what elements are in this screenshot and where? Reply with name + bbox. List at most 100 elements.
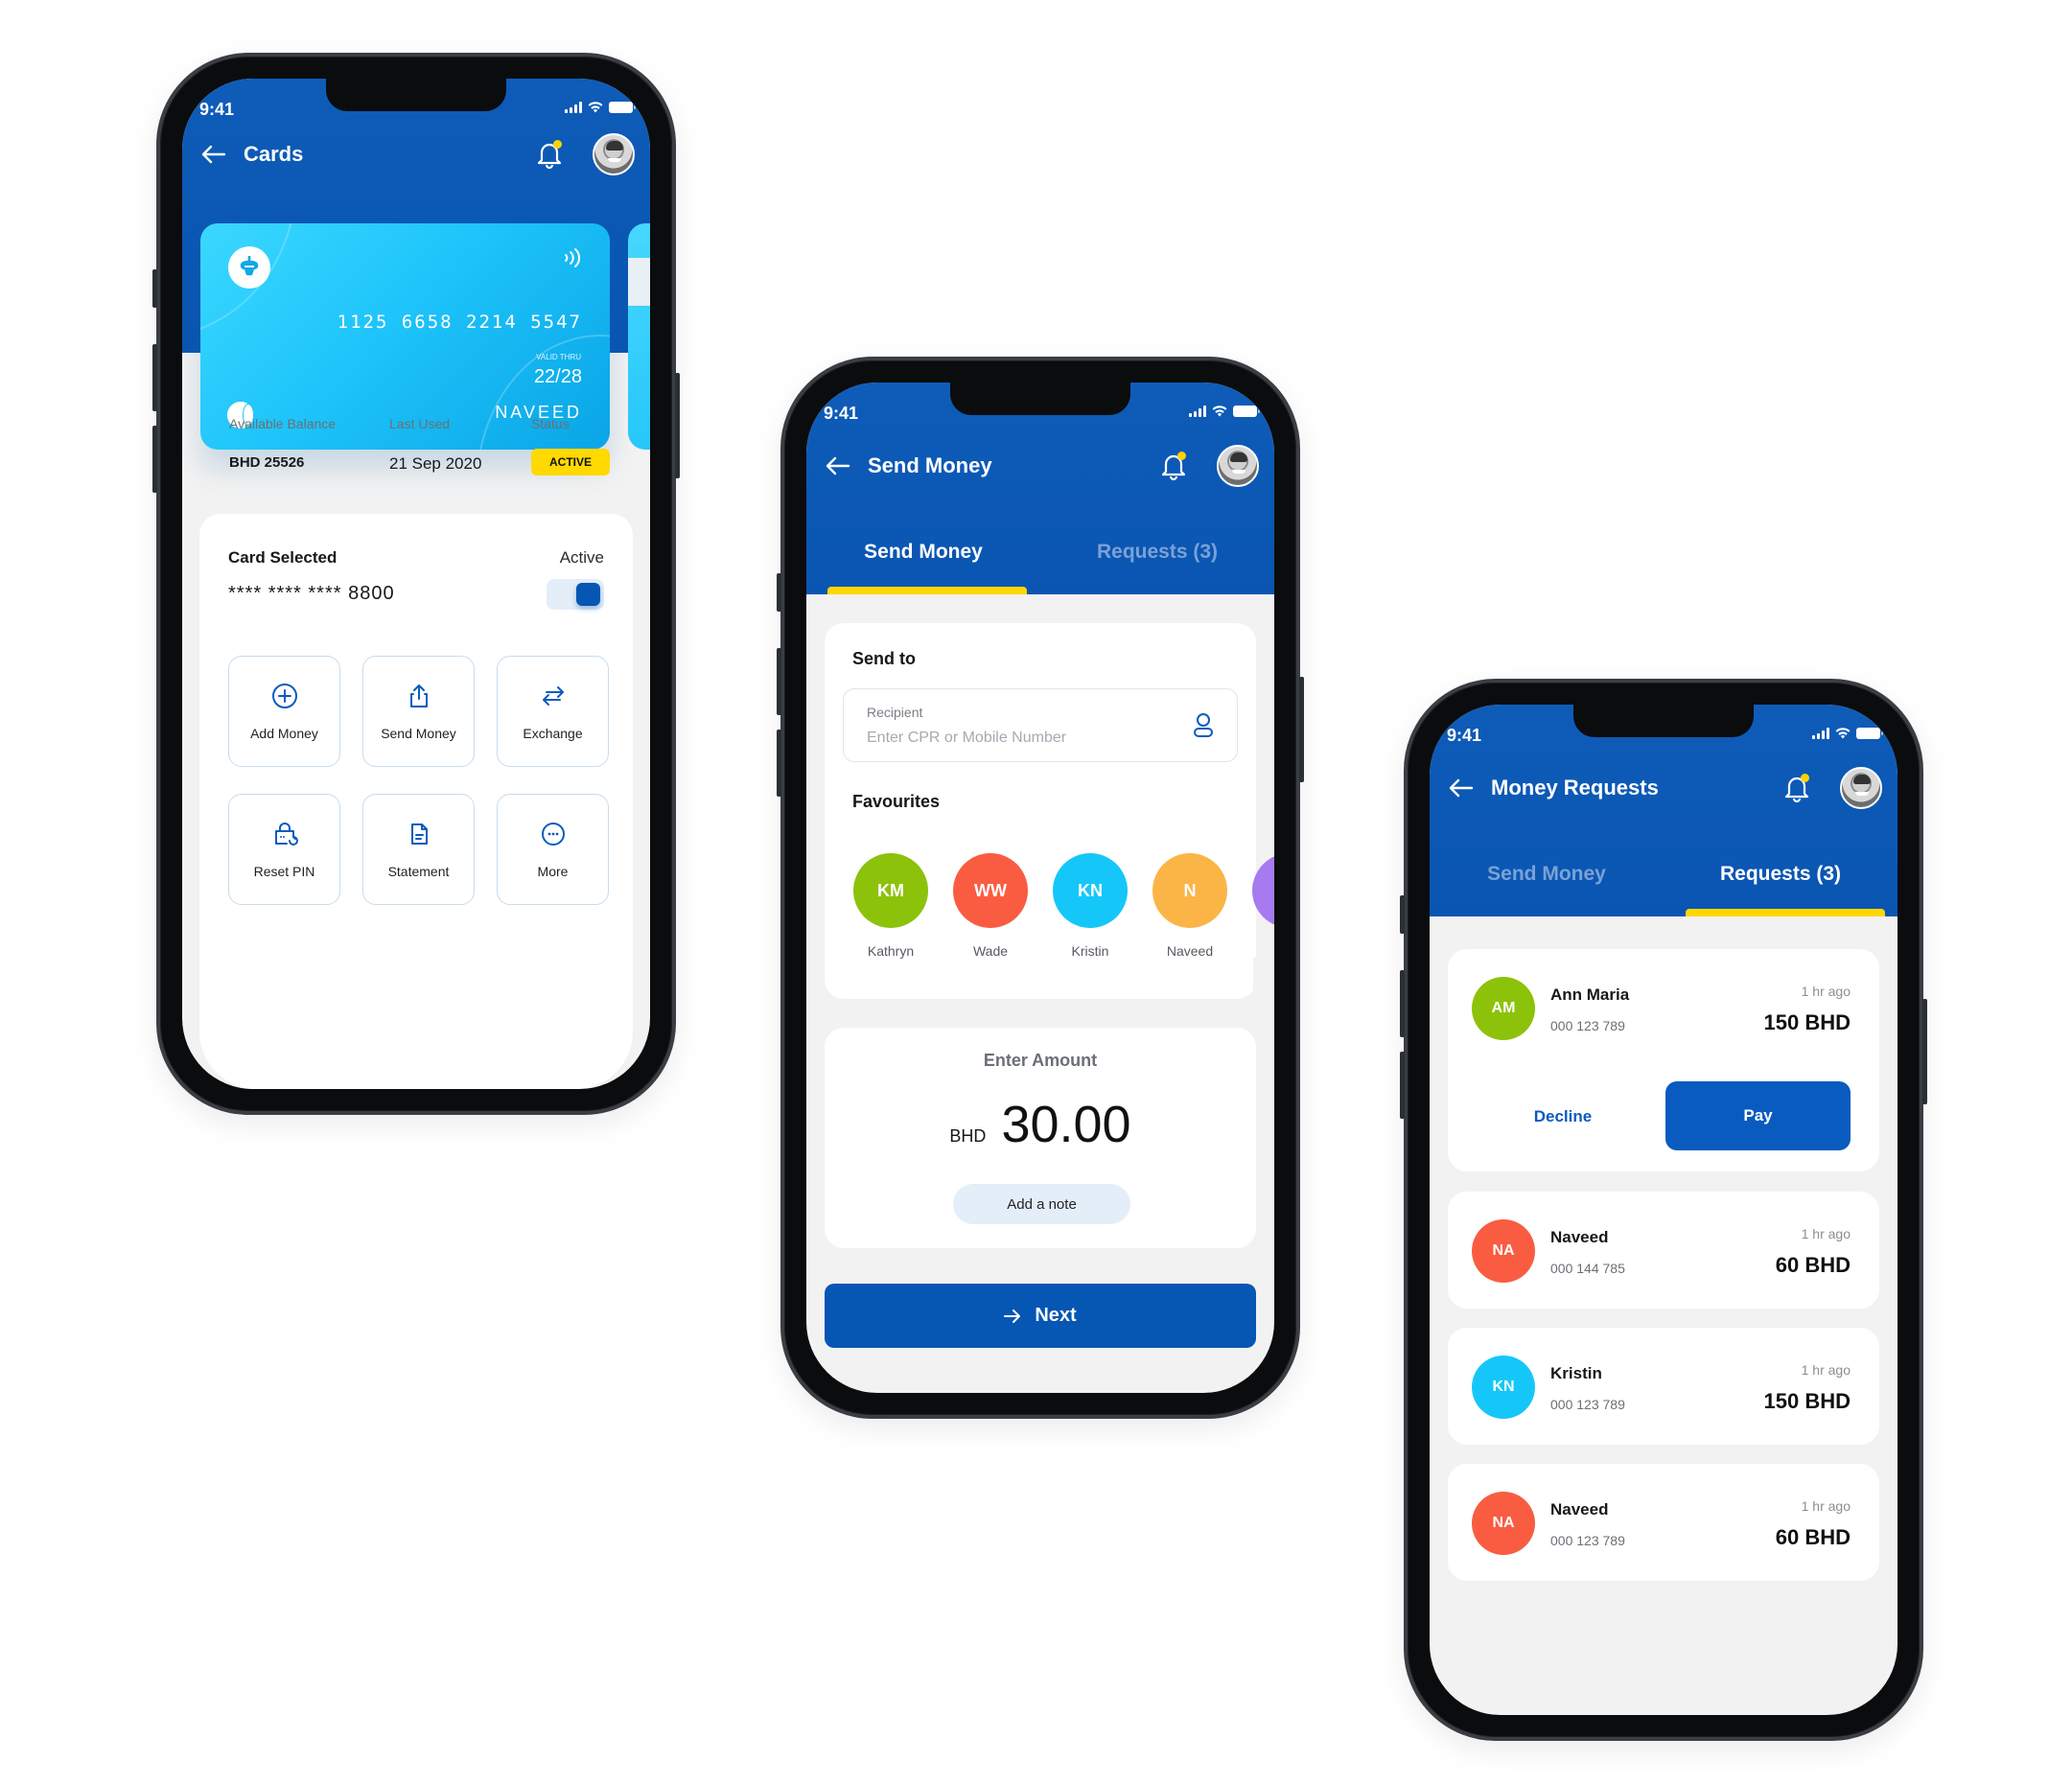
card-number: 1125 6658 2214 5547: [337, 312, 582, 333]
contactless-icon: [565, 248, 581, 267]
favourite-contact[interactable]: N Naveed: [1152, 853, 1227, 959]
amount-currency: BHD: [949, 1126, 987, 1146]
side-button: [152, 344, 157, 411]
request-time: 1 hr ago: [1801, 1362, 1851, 1378]
notch: [950, 382, 1130, 415]
request-item[interactable]: KN Kristin 000 123 789 1 hr ago 150 BHD: [1448, 1328, 1879, 1445]
exchange-arrows-icon: [542, 686, 564, 706]
request-item[interactable]: NA Naveed 000 144 785 1 hr ago 60 BHD: [1448, 1192, 1879, 1309]
card-active-label: Active: [559, 548, 604, 567]
action-label: More: [537, 864, 569, 879]
contact-avatar: N: [1152, 853, 1227, 928]
notch: [326, 79, 506, 111]
request-time: 1 hr ago: [1801, 984, 1851, 999]
reset-pin-button[interactable]: Reset PIN: [228, 794, 340, 905]
requester-name: Ann Maria: [1550, 985, 1630, 1004]
request-item[interactable]: NA Naveed 000 123 789 1 hr ago 60 BHD: [1448, 1464, 1879, 1581]
exchange-button[interactable]: Exchange: [497, 656, 609, 767]
requester-account: 000 123 789: [1550, 1397, 1625, 1412]
contact-avatar: [1252, 853, 1274, 928]
recipient-input[interactable]: [867, 730, 1174, 747]
contact-name: Wade: [972, 943, 1009, 959]
share-upload-icon: [409, 684, 428, 707]
active-tab-indicator: [827, 587, 1027, 594]
favourite-contact[interactable]: WW Wade: [953, 853, 1028, 959]
requester-name: Naveed: [1550, 1228, 1609, 1246]
pay-button[interactable]: Pay: [1665, 1081, 1851, 1150]
side-button: [777, 730, 781, 797]
valid-thru-label: VALID THRU: [536, 353, 581, 361]
page-title: Money Requests: [1491, 776, 1659, 800]
page-title: Send Money: [868, 453, 992, 477]
amount-display[interactable]: BHD 30.00: [825, 1095, 1256, 1154]
action-label: Reset PIN: [253, 864, 315, 879]
side-button: [1400, 1052, 1405, 1119]
next-label: Next: [1035, 1305, 1077, 1326]
tab-send-money[interactable]: Send Money: [1430, 863, 1664, 886]
action-label: Send Money: [381, 726, 456, 741]
tab-requests[interactable]: Requests (3): [1040, 541, 1274, 564]
plus-circle-icon: [271, 684, 297, 708]
signal-icon: [565, 102, 582, 113]
profile-avatar[interactable]: [593, 133, 635, 175]
favourite-contact[interactable]: KN Kristin: [1053, 853, 1128, 959]
requester-avatar: NA: [1472, 1492, 1535, 1555]
nav-bar: Cards: [201, 132, 635, 176]
contact-name: Kristin: [1071, 943, 1109, 959]
status-badge: ACTIVE: [531, 449, 610, 475]
side-button: [1400, 970, 1405, 1037]
arrow-right-icon: [1004, 1309, 1021, 1323]
phone-send-money: 9:41 Send Money Send Money Requests (3) …: [777, 357, 1304, 1419]
back-arrow-icon[interactable]: [826, 456, 850, 475]
card-active-toggle[interactable]: [547, 579, 604, 610]
signal-icon: [1812, 728, 1829, 739]
recipient-label: Recipient: [867, 705, 923, 720]
side-button: [1922, 999, 1927, 1104]
send-to-title: Send to: [852, 649, 916, 668]
tab-requests[interactable]: Requests (3): [1664, 863, 1897, 886]
statement-button[interactable]: Statement: [362, 794, 475, 905]
requester-account: 000 123 789: [1550, 1018, 1625, 1033]
tab-bar: Send Money Requests (3): [806, 541, 1274, 564]
back-arrow-icon[interactable]: [1449, 778, 1474, 798]
notification-button[interactable]: [535, 139, 564, 170]
favourite-contact[interactable]: KM Kathryn: [853, 853, 928, 959]
tab-send-money[interactable]: Send Money: [806, 541, 1040, 564]
screen: 9:41 Cards 1125 6658 2214 5547 VALID THR…: [182, 79, 650, 1089]
favourite-contact[interactable]: W: [1252, 853, 1274, 959]
request-amount: 60 BHD: [1775, 1253, 1851, 1277]
contact-person-icon[interactable]: [1193, 712, 1214, 739]
profile-avatar[interactable]: [1840, 767, 1882, 809]
next-button[interactable]: Next: [825, 1284, 1256, 1348]
decline-button[interactable]: Decline: [1477, 1083, 1649, 1150]
active-tab-indicator: [1686, 909, 1885, 916]
masked-card-number: **** **** **** 8800: [228, 583, 395, 604]
amount-value[interactable]: 30.00: [1001, 1095, 1130, 1154]
recipient-field[interactable]: Recipient: [843, 688, 1238, 762]
requester-name: Kristin: [1550, 1364, 1602, 1382]
contact-avatar: KM: [853, 853, 928, 928]
amount-card: Enter Amount BHD 30.00 Add a note: [825, 1028, 1256, 1248]
notification-dot: [1801, 774, 1809, 782]
phone-cards: 9:41 Cards 1125 6658 2214 5547 VALID THR…: [152, 53, 680, 1115]
notification-button[interactable]: [1159, 451, 1188, 481]
nav-bar: Money Requests: [1449, 766, 1882, 810]
favourites-title: Favourites: [852, 792, 941, 811]
notification-button[interactable]: [1782, 773, 1811, 803]
back-arrow-icon[interactable]: [201, 145, 226, 164]
card-expiry: 22/28: [533, 366, 582, 387]
side-button: [675, 373, 680, 478]
notification-dot: [1177, 452, 1186, 460]
favourites-list: KM Kathryn WW Wade KN Kristin N Naveed: [853, 853, 1274, 959]
more-button[interactable]: More: [497, 794, 609, 905]
side-button: [1299, 677, 1304, 782]
send-money-button[interactable]: Send Money: [362, 656, 475, 767]
next-card-peek[interactable]: [628, 223, 650, 450]
status-time: 9:41: [1447, 726, 1482, 745]
wifi-icon: [1212, 406, 1227, 417]
more-dots-icon: [541, 823, 565, 846]
add-money-button[interactable]: Add Money: [228, 656, 340, 767]
status-label: Status: [531, 416, 570, 431]
profile-avatar[interactable]: [1217, 445, 1259, 487]
add-note-button[interactable]: Add a note: [953, 1184, 1130, 1224]
